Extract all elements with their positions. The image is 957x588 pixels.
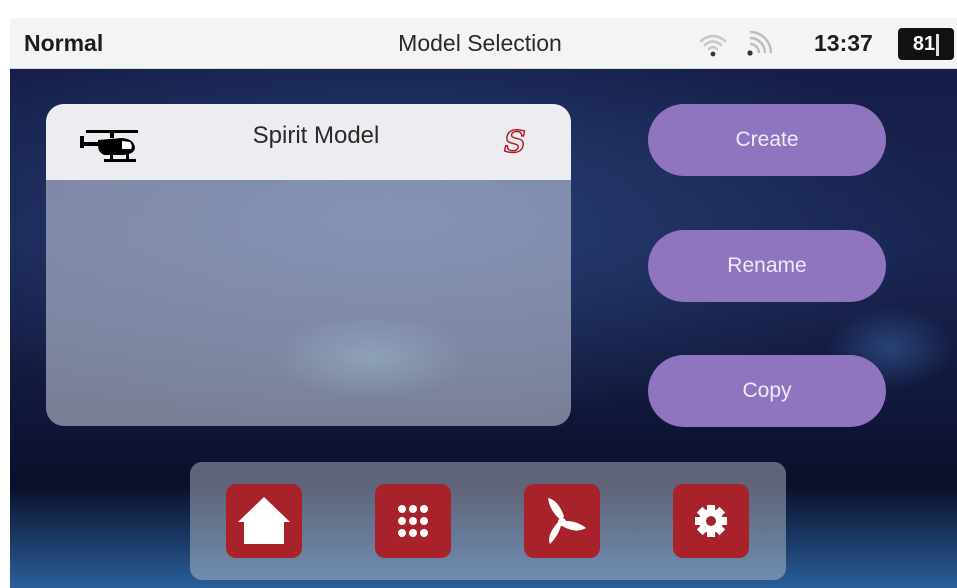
- rename-button[interactable]: Rename: [648, 230, 886, 302]
- helicopter-icon: [80, 130, 138, 162]
- clock: 13:37: [814, 30, 873, 56]
- model-list: Spirit Model S: [46, 104, 571, 426]
- home-icon: [238, 497, 290, 544]
- settings-button[interactable]: [673, 484, 749, 558]
- model-name: Spirit Model: [252, 122, 380, 149]
- flight-mode-label: Normal: [24, 30, 104, 56]
- copy-button[interactable]: Copy: [648, 355, 886, 427]
- battery-indicator: 81: [898, 28, 954, 60]
- create-button[interactable]: Create: [648, 104, 886, 176]
- signal-icon: [747, 30, 773, 56]
- screen: Normal Model Selection 13:37 81 Spirit M…: [10, 18, 957, 588]
- mixer-button[interactable]: [524, 484, 600, 558]
- apps-button[interactable]: [375, 484, 451, 558]
- wifi-icon: [699, 34, 727, 57]
- fan-icon: [548, 498, 586, 544]
- gear-icon: [695, 505, 727, 537]
- home-button[interactable]: [226, 484, 302, 558]
- bottom-dock: [190, 462, 786, 580]
- battery-level: 81: [912, 33, 936, 55]
- text-cursor: [936, 33, 940, 56]
- model-list-item[interactable]: Spirit Model S: [46, 104, 571, 180]
- page-title: Model Selection: [398, 30, 562, 56]
- apps-grid-icon: [398, 505, 428, 537]
- status-bar: Normal Model Selection 13:37 81: [10, 18, 957, 69]
- spirit-s-icon: S: [503, 125, 526, 160]
